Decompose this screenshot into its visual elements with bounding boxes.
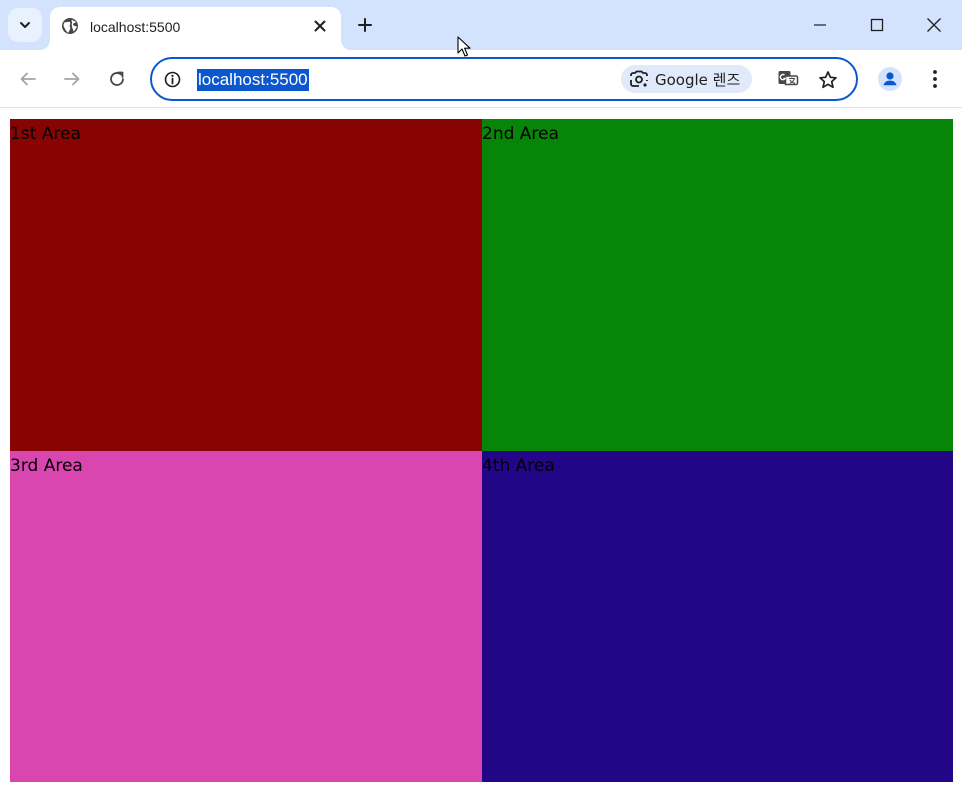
translate-icon	[778, 71, 799, 86]
close-icon	[314, 20, 326, 32]
site-info-button[interactable]	[162, 69, 182, 89]
close-icon	[927, 18, 941, 32]
browser-toolbar: localhost:5500 Google 렌즈	[0, 50, 962, 108]
info-icon	[164, 71, 180, 87]
kebab-menu-icon	[933, 70, 937, 88]
globe-icon	[62, 18, 78, 34]
active-tab[interactable]: localhost:5500	[50, 7, 341, 50]
area-2: 2nd Area	[482, 119, 953, 451]
tab-close-button[interactable]	[309, 15, 331, 37]
reload-icon	[110, 71, 124, 86]
maximize-icon	[870, 18, 884, 32]
tab-strip: localhost:5500	[0, 0, 962, 50]
chevron-down-icon	[20, 22, 30, 28]
google-lens-label: Google 렌즈	[655, 70, 741, 89]
translate-button[interactable]	[774, 66, 802, 94]
minimize-button[interactable]	[792, 0, 848, 50]
back-button[interactable]	[11, 62, 45, 96]
camera-lens-icon	[630, 70, 648, 87]
maximize-button[interactable]	[849, 0, 905, 50]
browser-menu-button[interactable]	[920, 64, 950, 94]
tab-title: localhost:5500	[90, 19, 181, 35]
minimize-icon	[814, 24, 826, 26]
window-close-button[interactable]	[906, 0, 962, 50]
arrow-right-icon	[64, 72, 80, 86]
plus-icon	[358, 18, 372, 32]
area-2-label: 2nd Area	[482, 124, 559, 144]
area-1-label: 1st Area	[10, 124, 81, 144]
forward-button[interactable]	[55, 62, 89, 96]
profile-button[interactable]	[875, 64, 905, 94]
area-4: 4th Area	[482, 451, 953, 782]
area-grid: 1st Area 2nd Area 3rd Area 4th Area	[10, 119, 953, 782]
area-4-label: 4th Area	[482, 456, 555, 476]
google-lens-chip[interactable]: Google 렌즈	[621, 65, 753, 93]
new-tab-button[interactable]	[352, 12, 378, 38]
page-viewport: 1st Area 2nd Area 3rd Area 4th Area	[0, 109, 962, 791]
bookmark-button[interactable]	[814, 66, 842, 94]
area-3-label: 3rd Area	[10, 456, 83, 476]
reload-button[interactable]	[100, 62, 134, 96]
area-1: 1st Area	[10, 119, 482, 451]
url-input[interactable]: localhost:5500	[197, 69, 309, 91]
arrow-left-icon	[20, 72, 36, 86]
mouse-cursor-icon	[457, 36, 471, 57]
area-3: 3rd Area	[10, 451, 482, 782]
star-icon	[819, 71, 837, 89]
person-icon	[878, 67, 902, 91]
address-bar[interactable]: localhost:5500 Google 렌즈	[150, 57, 858, 101]
tab-search-button[interactable]	[8, 8, 42, 42]
